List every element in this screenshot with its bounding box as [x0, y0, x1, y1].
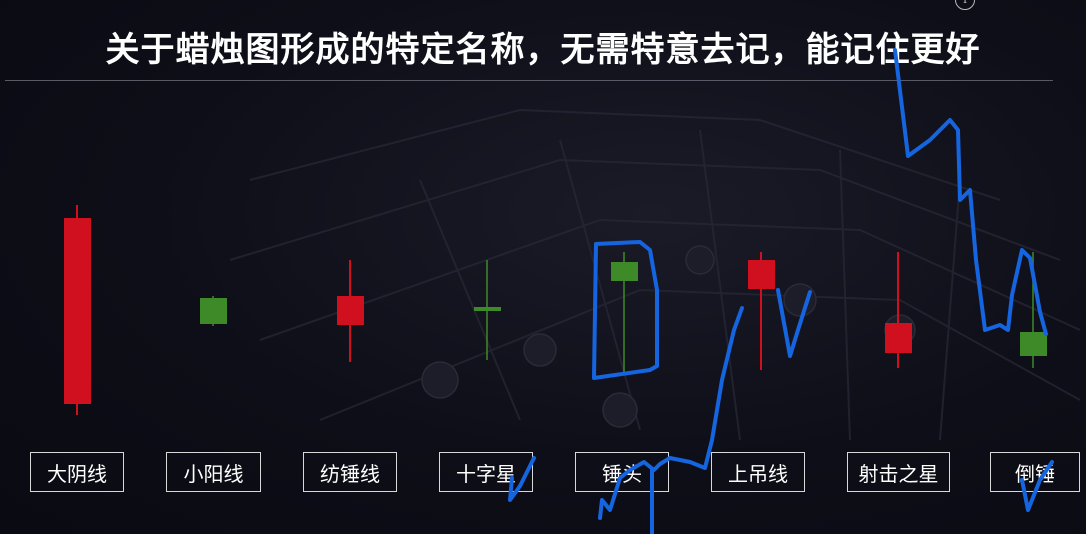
- annotation-check-3: [1020, 460, 1054, 512]
- slide: i 关于蜡烛图形成的特定名称，无需特意去记，能记住更好: [0, 0, 1086, 534]
- hand-drawn-annotations: [508, 48, 1054, 534]
- annotation-check-1: [508, 456, 536, 502]
- annotation-squiggle: [598, 306, 744, 520]
- annotation-bracket: [592, 240, 659, 380]
- annotation-trend-line: [893, 48, 1048, 336]
- annotation-check-2: [776, 288, 812, 358]
